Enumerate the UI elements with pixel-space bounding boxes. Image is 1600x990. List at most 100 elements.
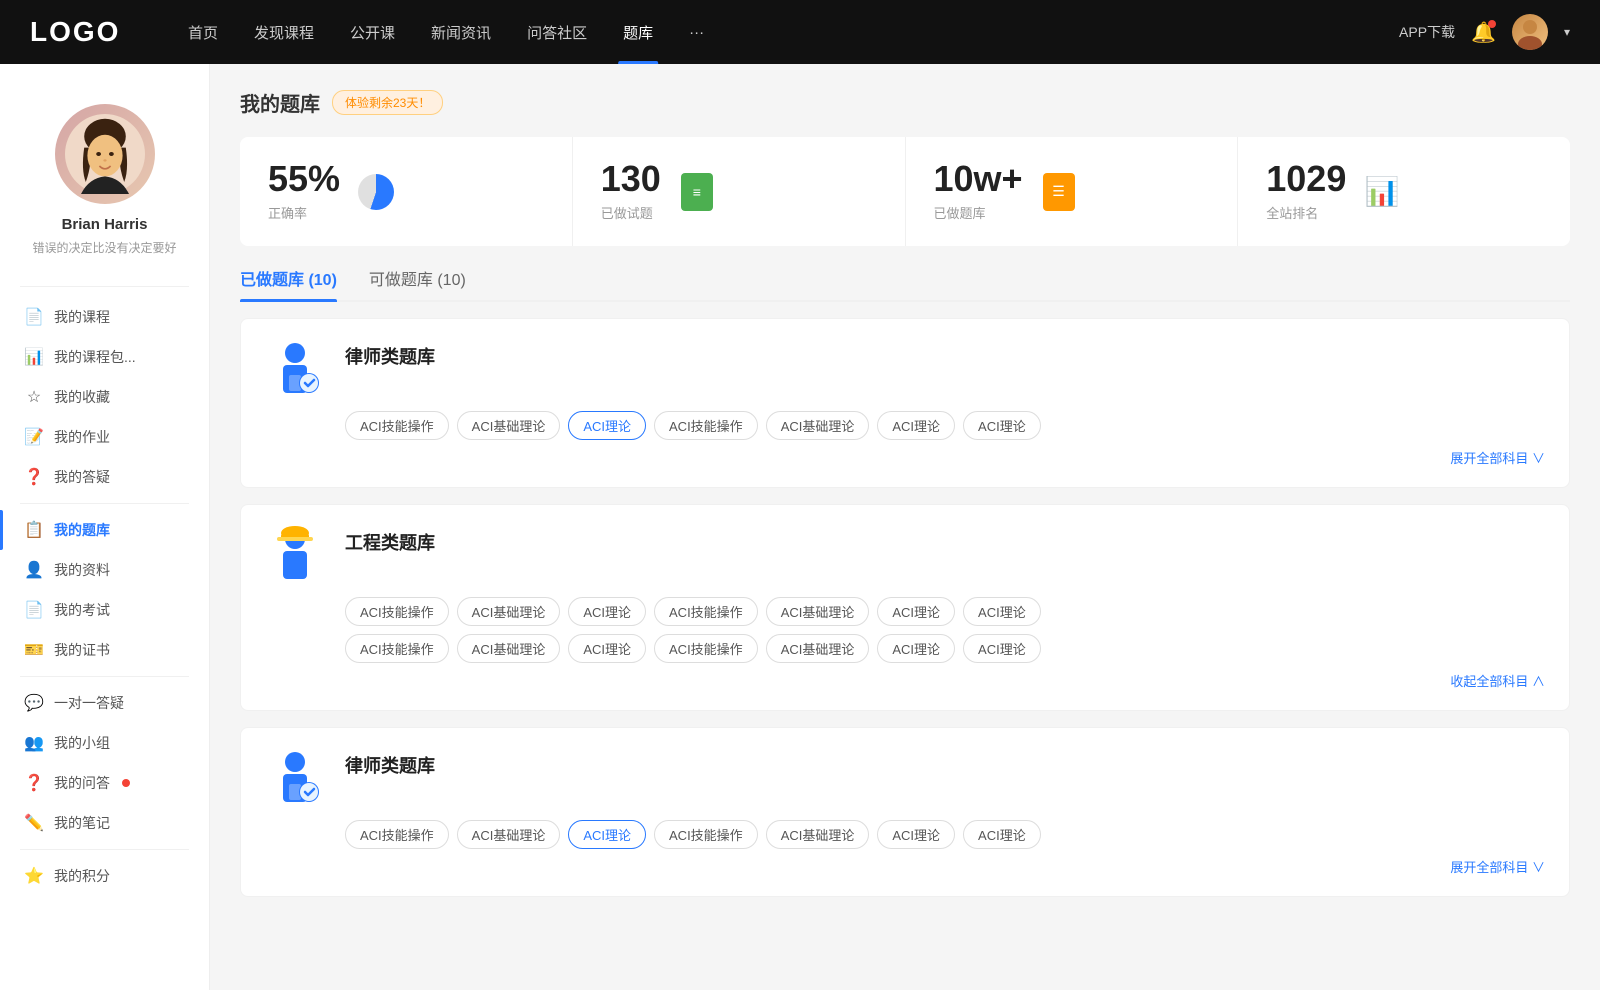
qbank-tag-1-2[interactable]: ACI理论 <box>568 597 646 626</box>
qbank-tag-0-6[interactable]: ACI理论 <box>963 411 1041 440</box>
qbank-tag-0-1[interactable]: ACI基础理论 <box>457 411 561 440</box>
notification-bell[interactable]: 🔔 <box>1471 20 1496 45</box>
qbank-card-1: 工程类题库 ACI技能操作 ACI基础理论 ACI理论 ACI技能操作 ACI基… <box>240 504 1570 711</box>
qbank-tag-2-4[interactable]: ACI基础理论 <box>766 820 870 849</box>
sidebar-item-questions[interactable]: ❓ 我的答疑 <box>0 457 209 497</box>
nav-discover[interactable]: 发现课程 <box>236 0 332 64</box>
ranking-value: 1029 <box>1266 161 1346 197</box>
qbank-tag-0-3[interactable]: ACI技能操作 <box>654 411 758 440</box>
done-banks-icon <box>1039 172 1079 212</box>
tab-done[interactable]: 已做题库 (10) <box>240 266 337 300</box>
qbank-tags-1-row2: ACI技能操作 ACI基础理论 ACI理论 ACI技能操作 ACI基础理论 AC… <box>265 634 1545 663</box>
qbank-tag-1-0[interactable]: ACI技能操作 <box>345 597 449 626</box>
sidebar-item-qbank[interactable]: 📋 我的题库 <box>0 510 209 550</box>
navbar: LOGO 首页 发现课程 公开课 新闻资讯 问答社区 题库 ··· APP下载 … <box>0 0 1600 64</box>
qbank-expand-2[interactable]: 展开全部科目 ∨ <box>265 857 1545 876</box>
qbank-tag-2-2[interactable]: ACI理论 <box>568 820 646 849</box>
nav-news[interactable]: 新闻资讯 <box>413 0 509 64</box>
sidebar-item-favorites[interactable]: ☆ 我的收藏 <box>0 377 209 417</box>
trial-badge: 体验剩余23天！ <box>332 90 443 115</box>
sidebar-menu: 📄 我的课程 📊 我的课程包... ☆ 我的收藏 📝 我的作业 ❓ 我的答疑 � <box>0 297 209 896</box>
qbank-icon-lawyer-2 <box>265 748 325 808</box>
nav-home[interactable]: 首页 <box>170 0 236 64</box>
qbank-tag-1-9[interactable]: ACI理论 <box>568 634 646 663</box>
tabs-row: 已做题库 (10) 可做题库 (10) <box>240 266 1570 302</box>
qbank-card-2: 律师类题库 ACI技能操作 ACI基础理论 ACI理论 ACI技能操作 ACI基… <box>240 727 1570 897</box>
sidebar-item-notes[interactable]: ✏️ 我的笔记 <box>0 803 209 843</box>
done-questions-value: 130 <box>601 161 661 197</box>
tab-available[interactable]: 可做题库 (10) <box>369 266 466 300</box>
qbank-tag-2-0[interactable]: ACI技能操作 <box>345 820 449 849</box>
nav-open-course[interactable]: 公开课 <box>332 0 413 64</box>
sidebar-item-certificate[interactable]: 🎫 我的证书 <box>0 630 209 670</box>
qbank-tag-1-11[interactable]: ACI基础理论 <box>766 634 870 663</box>
nav-more[interactable]: ··· <box>671 0 722 64</box>
menu-divider-3 <box>20 849 189 850</box>
my-course-icon: 📄 <box>24 307 44 327</box>
qa-badge <box>122 779 130 787</box>
sidebar-item-exam[interactable]: 📄 我的考试 <box>0 590 209 630</box>
accuracy-value: 55% <box>268 161 340 197</box>
qbank-tag-2-1[interactable]: ACI基础理论 <box>457 820 561 849</box>
done-questions-icon <box>677 172 717 212</box>
qbank-tag-1-10[interactable]: ACI技能操作 <box>654 634 758 663</box>
menu-divider-1 <box>20 503 189 504</box>
menu-divider-2 <box>20 676 189 677</box>
qbank-tag-1-13[interactable]: ACI理论 <box>963 634 1041 663</box>
qbank-card-0: 律师类题库 ACI技能操作 ACI基础理论 ACI理论 ACI技能操作 ACI基… <box>240 318 1570 488</box>
qbank-expand-0[interactable]: 展开全部科目 ∨ <box>265 448 1545 467</box>
logo[interactable]: LOGO <box>30 16 130 48</box>
app-download-link[interactable]: APP下载 <box>1399 22 1455 42</box>
qbank-expand-1[interactable]: 收起全部科目 ∧ <box>265 671 1545 690</box>
qbank-tag-1-5[interactable]: ACI理论 <box>877 597 955 626</box>
stat-accuracy: 55% 正确率 <box>240 137 573 246</box>
qbank-tag-2-5[interactable]: ACI理论 <box>877 820 955 849</box>
sidebar-item-my-course[interactable]: 📄 我的课程 <box>0 297 209 337</box>
qbank-icon: 📋 <box>24 520 44 540</box>
nav-menu: 首页 发现课程 公开课 新闻资讯 问答社区 题库 ··· <box>170 0 1399 64</box>
accuracy-icon <box>356 172 396 212</box>
nav-qbank[interactable]: 题库 <box>605 0 671 64</box>
profile-icon: 👤 <box>24 560 44 580</box>
questions-icon: ❓ <box>24 467 44 487</box>
sidebar-item-group[interactable]: 👥 我的小组 <box>0 723 209 763</box>
qbank-tag-2-6[interactable]: ACI理论 <box>963 820 1041 849</box>
favorites-icon: ☆ <box>24 387 44 407</box>
qbank-tag-1-4[interactable]: ACI基础理论 <box>766 597 870 626</box>
questions-label: 我的答疑 <box>54 467 110 487</box>
sidebar-item-points[interactable]: ⭐ 我的积分 <box>0 856 209 896</box>
qbank-title-2: 律师类题库 <box>345 748 435 778</box>
profile-label: 我的资料 <box>54 560 110 580</box>
stat-done-questions: 130 已做试题 <box>573 137 906 246</box>
qbank-tag-1-7[interactable]: ACI技能操作 <box>345 634 449 663</box>
qbank-tag-0-5[interactable]: ACI理论 <box>877 411 955 440</box>
sidebar-item-course-package[interactable]: 📊 我的课程包... <box>0 337 209 377</box>
page-title-row: 我的题库 体验剩余23天！ <box>240 88 1570 117</box>
qbank-tag-0-2[interactable]: ACI理论 <box>568 411 646 440</box>
group-icon: 👥 <box>24 733 44 753</box>
sidebar-item-profile[interactable]: 👤 我的资料 <box>0 550 209 590</box>
stat-done-banks: 10w+ 已做题库 <box>906 137 1239 246</box>
qbank-tag-0-4[interactable]: ACI基础理论 <box>766 411 870 440</box>
qbank-tag-0-0[interactable]: ACI技能操作 <box>345 411 449 440</box>
nav-qa[interactable]: 问答社区 <box>509 0 605 64</box>
sidebar-profile: Brian Harris 错误的决定比没有决定要好 <box>0 84 209 286</box>
user-menu-chevron[interactable]: ▾ <box>1564 25 1570 39</box>
qbank-tag-1-6[interactable]: ACI理论 <box>963 597 1041 626</box>
notes-icon: ✏️ <box>24 813 44 833</box>
sidebar-item-tutor[interactable]: 💬 一对一答疑 <box>0 683 209 723</box>
qbank-tag-1-3[interactable]: ACI技能操作 <box>654 597 758 626</box>
sidebar-divider-top <box>20 286 189 287</box>
layout: Brian Harris 错误的决定比没有决定要好 📄 我的课程 📊 我的课程包… <box>0 64 1600 990</box>
qbank-tag-2-3[interactable]: ACI技能操作 <box>654 820 758 849</box>
qbank-tag-1-12[interactable]: ACI理论 <box>877 634 955 663</box>
sidebar-item-my-qa[interactable]: ❓ 我的问答 <box>0 763 209 803</box>
page-title: 我的题库 <box>240 88 320 117</box>
exam-label: 我的考试 <box>54 600 110 620</box>
sidebar-item-homework[interactable]: 📝 我的作业 <box>0 417 209 457</box>
avatar[interactable] <box>1512 14 1548 50</box>
qbank-tag-1-8[interactable]: ACI基础理论 <box>457 634 561 663</box>
stats-row: 55% 正确率 130 已做试题 10w+ 已做题库 <box>240 137 1570 246</box>
qbank-tag-1-1[interactable]: ACI基础理论 <box>457 597 561 626</box>
exam-icon: 📄 <box>24 600 44 620</box>
